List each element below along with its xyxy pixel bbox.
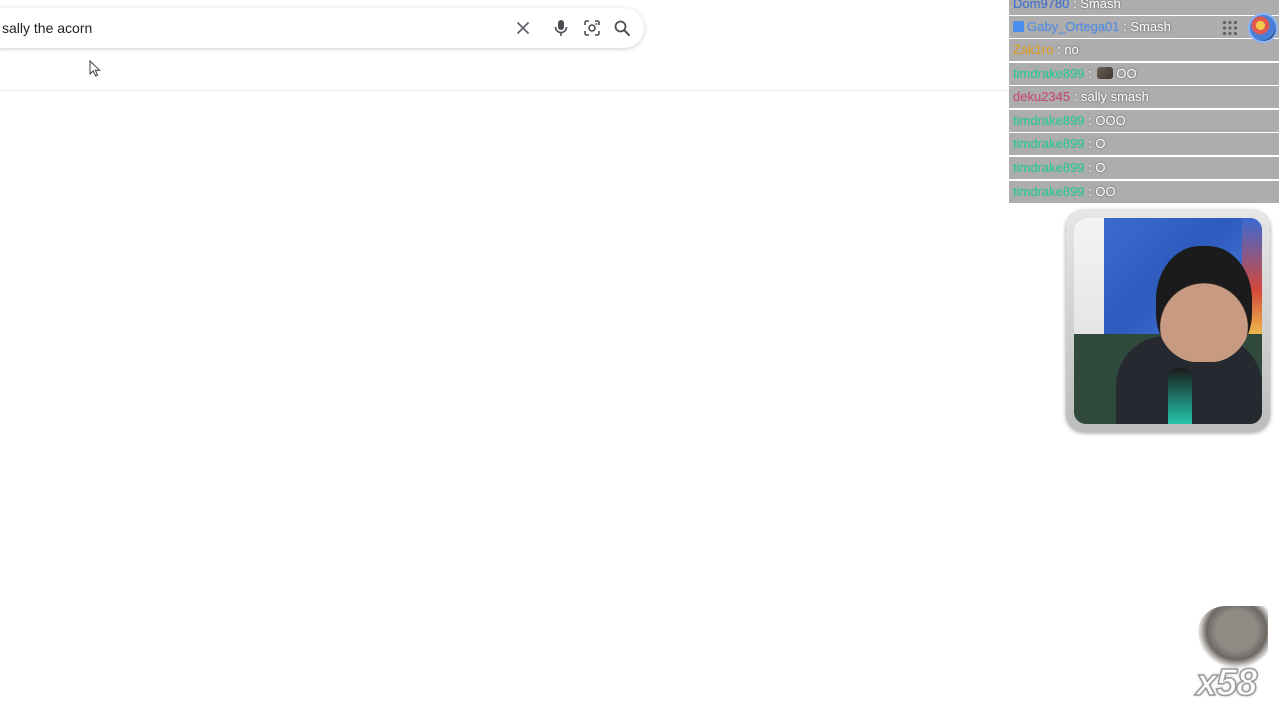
chat-separator: :	[1084, 113, 1096, 128]
microphone-icon[interactable]	[551, 18, 571, 38]
chat-separator: :	[1084, 184, 1096, 199]
profile-avatar[interactable]	[1248, 13, 1278, 43]
search-input[interactable]	[2, 17, 482, 39]
webcam-video	[1074, 218, 1262, 424]
chat-message: timdrake899 : O	[1009, 133, 1279, 155]
chat-message: timdrake899 : OO	[1009, 63, 1279, 85]
chat-message: Dom9780 : Smash	[1009, 0, 1279, 15]
chat-username: Dom9780	[1013, 0, 1070, 11]
combo-count: x58	[1195, 661, 1258, 705]
stream-chat-overlay: Dom9780 : Smash Gaby_Ortega01 : Smash Zak1…	[1009, 0, 1280, 204]
chat-separator: :	[1084, 160, 1096, 175]
chat-message: timdrake899 : O	[1009, 157, 1279, 179]
chat-username: timdrake899	[1013, 136, 1085, 151]
chat-username: Zak1ro	[1013, 42, 1054, 57]
chat-separator: :	[1084, 66, 1096, 81]
chat-username: Gaby_Ortega01	[1027, 19, 1120, 34]
chat-message: deku2345 : sally smash	[1009, 86, 1279, 108]
chat-separator: :	[1053, 42, 1065, 57]
chat-separator: :	[1119, 19, 1131, 34]
chat-username: timdrake899	[1013, 160, 1085, 175]
search-bar	[0, 8, 644, 48]
chat-message: Gaby_Ortega01 : Smash	[1009, 16, 1279, 38]
mouse-cursor-icon	[89, 60, 101, 77]
streamer-head	[1156, 246, 1252, 362]
close-icon[interactable]	[513, 18, 533, 38]
chat-username: timdrake899	[1013, 113, 1085, 128]
search-icon[interactable]	[612, 18, 632, 38]
chat-separator: :	[1070, 89, 1081, 104]
chat-text: no	[1064, 42, 1079, 57]
chat-username: deku2345	[1013, 89, 1071, 104]
chat-text: Smash	[1080, 0, 1121, 11]
chat-username: timdrake899	[1013, 66, 1085, 81]
chat-text: O	[1095, 136, 1106, 151]
chat-text: OO	[1095, 184, 1116, 199]
chat-text: OOO	[1095, 113, 1126, 128]
combo-sticker: x58	[1195, 606, 1268, 710]
chat-text: O	[1095, 160, 1106, 175]
header-divider	[0, 90, 1009, 91]
chat-text: sally smash	[1080, 89, 1149, 104]
webcam-frame	[1066, 210, 1270, 432]
chat-message: Zak1ro : no	[1009, 39, 1279, 61]
apps-grid-icon[interactable]	[1222, 20, 1238, 36]
chat-message: timdrake899 : OOO	[1009, 110, 1279, 132]
chat-separator: :	[1069, 0, 1081, 11]
chat-separator: :	[1084, 136, 1096, 151]
chat-text: OO	[1116, 66, 1137, 81]
cat-sticker-image	[1198, 606, 1268, 668]
chat-message: timdrake899 : OO	[1009, 181, 1279, 203]
streamer-microphone	[1168, 368, 1192, 424]
chat-emote-icon	[1097, 67, 1114, 79]
camera-lens-icon[interactable]	[582, 18, 602, 38]
platform-badge-icon	[1013, 21, 1024, 32]
chat-username: timdrake899	[1013, 184, 1085, 199]
chat-text: Smash	[1130, 19, 1171, 34]
